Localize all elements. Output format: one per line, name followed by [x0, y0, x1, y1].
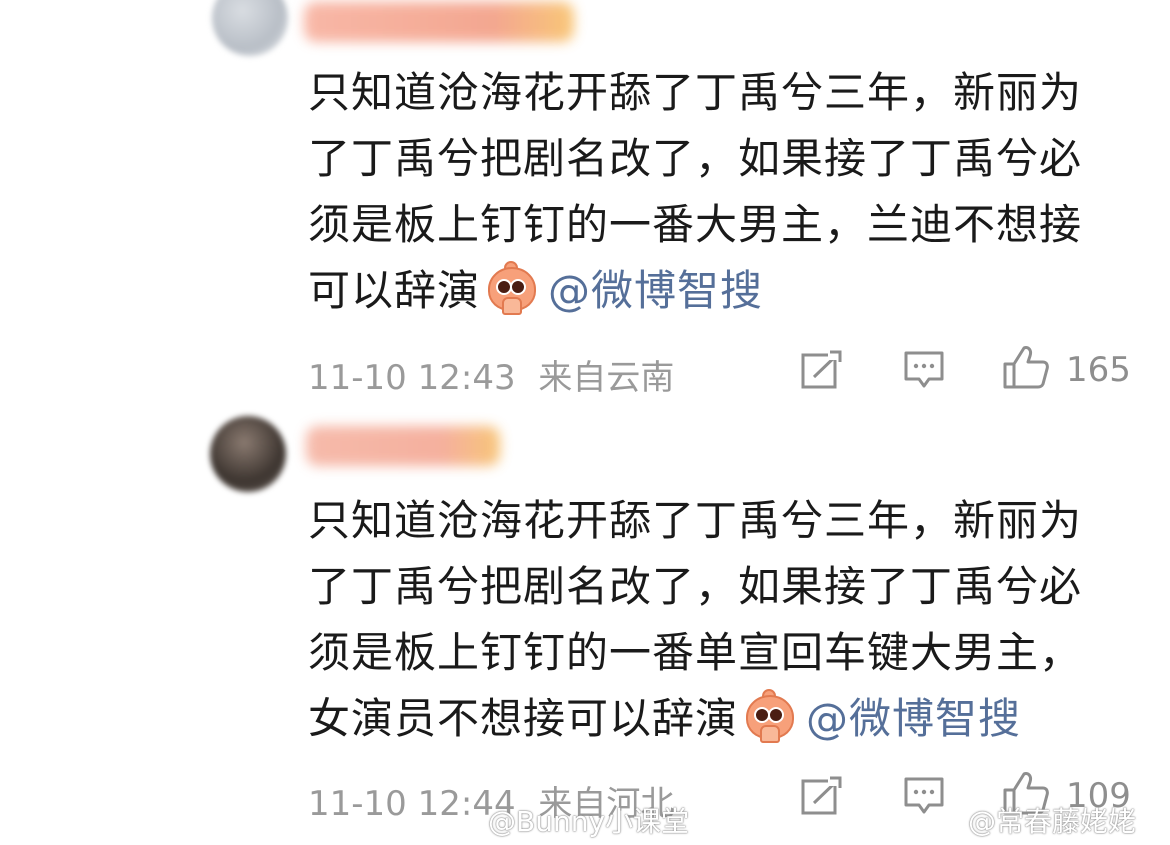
share-icon[interactable] — [800, 350, 844, 394]
username-blurred[interactable] — [306, 426, 500, 466]
timestamp: 11-10 12:43 — [308, 358, 516, 398]
avatar[interactable] — [210, 416, 286, 492]
comment-text: 只知道沧海花开舔了丁禹兮三年，新丽为 了丁禹兮把剧名改了，如果接了丁禹兮必 须是… — [308, 60, 1128, 324]
weibo-logo-icon — [930, 809, 964, 836]
comment-meta: 11-10 12:43 来自云南 — [308, 350, 674, 399]
pleading-face-emoji — [742, 689, 795, 743]
mention-link[interactable]: @微博智搜 — [548, 266, 763, 315]
comment-line: 了丁禹兮把剧名改了，如果接了丁禹兮必 — [308, 134, 1083, 183]
avatar[interactable] — [212, 0, 288, 56]
comment-line-last: 可以辞演 @微博智搜 — [308, 258, 1128, 324]
comment-line-last: 女演员不想接可以辞演 @微博智搜 — [308, 686, 1128, 752]
pleading-face-emoji — [484, 261, 537, 315]
comment-line: 只知道沧海花开舔了丁禹兮三年，新丽为 — [308, 496, 1083, 545]
comment-line: 须是板上钉钉的一番大男主，兰迪不想接 — [308, 200, 1083, 249]
watermark-text: @常春藤姥姥 — [968, 805, 1137, 838]
comment-line: 女演员不想接可以辞演 — [308, 694, 739, 743]
weibo-logo-icon — [450, 809, 484, 836]
like-count: 165 — [1066, 350, 1131, 390]
watermark-left: @Bunny小课堂 — [450, 800, 689, 840]
share-icon[interactable] — [800, 776, 844, 820]
username-blurred[interactable] — [304, 2, 574, 42]
comment-line: 须是板上钉钉的一番单宣回车键大男主， — [308, 628, 1083, 677]
watermark-text: @Bunny小课堂 — [488, 805, 690, 838]
comment-line: 只知道沧海花开舔了丁禹兮三年，新丽为 — [308, 68, 1083, 117]
mention-link[interactable]: @微博智搜 — [806, 694, 1021, 743]
comment-icon[interactable] — [903, 350, 945, 394]
watermark-right: @常春藤姥姥 — [930, 800, 1136, 840]
comment-text: 只知道沧海花开舔了丁禹兮三年，新丽为 了丁禹兮把剧名改了，如果接了丁禹兮必 须是… — [308, 488, 1128, 752]
comment-line: 可以辞演 — [308, 266, 481, 315]
comment-line: 了丁禹兮把剧名改了，如果接了丁禹兮必 — [308, 562, 1083, 611]
thumbs-up-icon[interactable] — [1002, 344, 1050, 394]
location: 来自云南 — [538, 358, 675, 398]
